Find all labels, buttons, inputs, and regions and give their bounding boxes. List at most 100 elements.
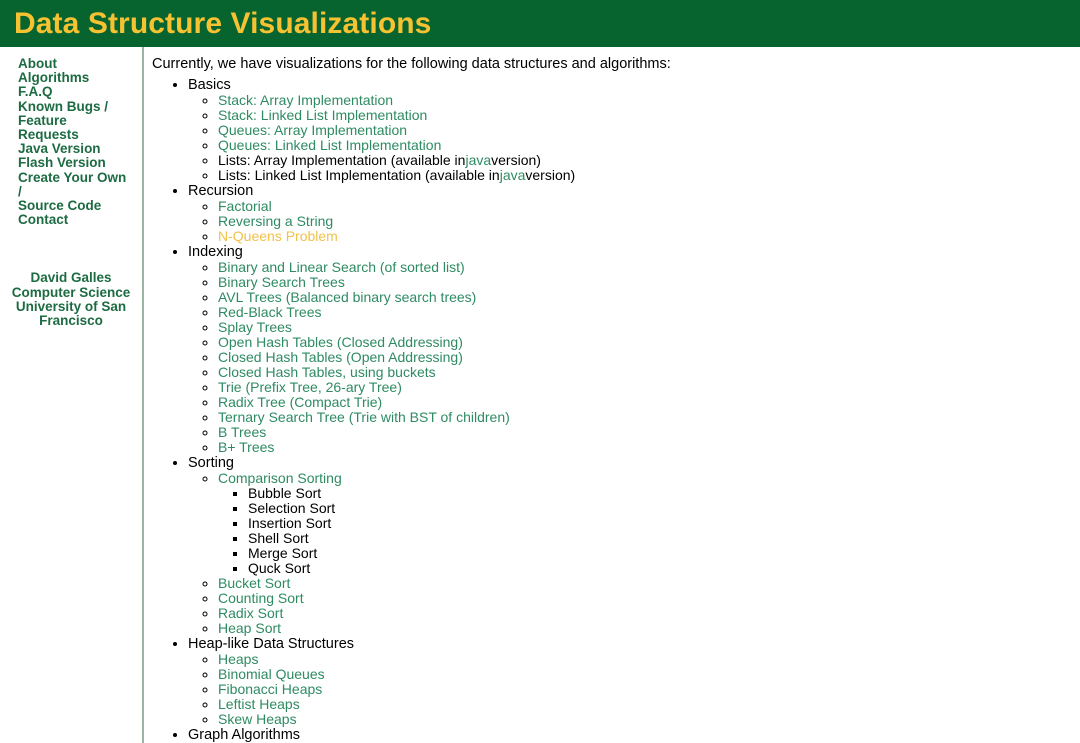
list-item: Closed Hash Tables (Open Addressing) — [218, 350, 1080, 365]
link-radix-tree-compact-trie[interactable]: Radix Tree (Compact Trie) — [218, 395, 382, 410]
link-n-queens-problem[interactable]: N-Queens Problem — [218, 229, 338, 244]
item-text-suffix: version) — [525, 167, 576, 183]
link-b-trees[interactable]: B+ Trees — [218, 440, 274, 455]
link-splay-trees[interactable]: Splay Trees — [218, 320, 292, 335]
link-radix-sort[interactable]: Radix Sort — [218, 606, 283, 621]
list-item: Ternary Search Tree (Trie with BST of ch… — [218, 410, 1080, 425]
link-binomial-queues[interactable]: Binomial Queues — [218, 667, 325, 682]
sidebar-item-about[interactable]: About — [0, 56, 142, 71]
list-item: Splay Trees — [218, 320, 1080, 335]
item-label-quck-sort: Quck Sort — [248, 560, 311, 576]
link-stack-linked-list-implementation[interactable]: Stack: Linked List Implementation — [218, 108, 427, 123]
list-item: Shell Sort — [248, 531, 1080, 546]
list-item: Quck Sort — [248, 561, 1080, 576]
sidebar-item-java-version[interactable]: Java Version — [0, 142, 142, 156]
list-item: Stack: Linked List Implementation — [218, 108, 1080, 123]
section-items: HeapsBinomial QueuesFibonacci HeapsLefti… — [188, 652, 1080, 727]
link-red-black-trees[interactable]: Red-Black Trees — [218, 305, 321, 320]
link-closed-hash-tables-using-buckets[interactable]: Closed Hash Tables, using buckets — [218, 365, 436, 380]
list-item: Counting Sort — [218, 591, 1080, 606]
list-item: Open Hash Tables (Closed Addressing) — [218, 335, 1080, 350]
list-item: Lists: Linked List Implementation (avail… — [218, 168, 1080, 183]
author-credit: David Galles Computer Science University… — [0, 271, 142, 328]
page-body: About Algorithms F.A.Q Known Bugs / Feature… — [0, 47, 1080, 743]
item-label-shell-sort: Shell Sort — [248, 530, 309, 546]
link-counting-sort[interactable]: Counting Sort — [218, 591, 304, 606]
link-trie-prefix-tree-26-ary-tree[interactable]: Trie (Prefix Tree, 26-ary Tree) — [218, 380, 402, 395]
visualization-list: BasicsStack: Array ImplementationStack: … — [152, 77, 1080, 743]
link-reversing-a-string[interactable]: Reversing a String — [218, 214, 333, 229]
list-item: Stack: Array Implementation — [218, 93, 1080, 108]
list-item: Heap Sort — [218, 621, 1080, 636]
link-queues-linked-list-implementation[interactable]: Queues: Linked List Implementation — [218, 138, 441, 153]
section-items: Stack: Array ImplementationStack: Linked… — [188, 93, 1080, 183]
link-binary-search-trees[interactable]: Binary Search Trees — [218, 275, 345, 290]
section-label: Heap-like Data Structures — [188, 636, 355, 652]
item-label-merge-sort: Merge Sort — [248, 545, 318, 561]
list-item: Trie (Prefix Tree, 26-ary Tree) — [218, 380, 1080, 395]
link-factorial[interactable]: Factorial — [218, 199, 272, 214]
link-java[interactable]: java — [465, 152, 491, 168]
link-skew-heaps[interactable]: Skew Heaps — [218, 712, 297, 727]
list-item: B Trees — [218, 425, 1080, 440]
section-graph-algorithms: Graph AlgorithmsBreadth-First SearchDept… — [188, 727, 1080, 743]
link-binary-and-linear-search-of-sorted-list[interactable]: Binary and Linear Search (of sorted list… — [218, 260, 465, 275]
list-item: Bucket Sort — [218, 576, 1080, 591]
link-b-trees[interactable]: B Trees — [218, 425, 266, 440]
sidebar-item-create-your-own[interactable]: Create Your Own / Source Code — [0, 170, 142, 214]
sidebar: About Algorithms F.A.Q Known Bugs / Feature… — [0, 47, 144, 743]
list-item: Queues: Array Implementation — [218, 123, 1080, 138]
list-item: Binary and Linear Search (of sorted list… — [218, 260, 1080, 275]
section-basics: BasicsStack: Array ImplementationStack: … — [188, 77, 1080, 183]
section-items: FactorialReversing a StringN-Queens Prob… — [188, 199, 1080, 244]
link-leftist-heaps[interactable]: Leftist Heaps — [218, 697, 300, 712]
section-label: Graph Algorithms — [188, 727, 301, 743]
link-open-hash-tables-closed-addressing[interactable]: Open Hash Tables (Closed Addressing) — [218, 335, 463, 350]
section-indexing: IndexingBinary and Linear Search (of sor… — [188, 244, 1080, 455]
item-label-selection-sort: Selection Sort — [248, 500, 336, 516]
link-heaps[interactable]: Heaps — [218, 652, 258, 667]
list-item: Insertion Sort — [248, 516, 1080, 531]
link-queues-array-implementation[interactable]: Queues: Array Implementation — [218, 123, 407, 138]
list-item: Heaps — [218, 652, 1080, 667]
section-items: Binary and Linear Search (of sorted list… — [188, 260, 1080, 455]
item-text-suffix: version) — [491, 152, 541, 168]
list-item: Lists: Array Implementation (available i… — [218, 153, 1080, 168]
list-item: N-Queens Problem — [218, 229, 1080, 244]
page-title: Data Structure Visualizations — [14, 6, 432, 40]
sidebar-item-known-bugs[interactable]: Known Bugs / Feature Requests — [0, 99, 142, 143]
sidebar-item-flash-version[interactable]: Flash Version — [0, 156, 142, 170]
sidebar-item-f-a-q[interactable]: F.A.Q — [0, 85, 142, 99]
sidebar-item-algorithms[interactable]: Algorithms — [0, 71, 142, 85]
author-university: University of San Francisco — [15, 298, 127, 329]
link-avl-trees-balanced-binary-search-trees[interactable]: AVL Trees (Balanced binary search trees) — [218, 290, 476, 305]
section-label: Basics — [188, 77, 231, 93]
sidebar-nav: About Algorithms F.A.Q Known Bugs / Feature… — [0, 56, 142, 227]
list-item: Leftist Heaps — [218, 697, 1080, 712]
intro-paragraph: Currently, we have visualizations for th… — [152, 56, 671, 72]
link-java[interactable]: java — [500, 167, 526, 183]
author-department: Computer Science — [11, 284, 131, 300]
sidebar-item-contact[interactable]: Contact — [0, 213, 142, 227]
link-bucket-sort[interactable]: Bucket Sort — [218, 576, 290, 591]
link-ternary-search-tree-trie-with-bst-of-children[interactable]: Ternary Search Tree (Trie with BST of ch… — [218, 410, 510, 425]
section-items: Comparison SortingBubble SortSelection S… — [188, 471, 1080, 636]
link-fibonacci-heaps[interactable]: Fibonacci Heaps — [218, 682, 322, 697]
list-item: B+ Trees — [218, 440, 1080, 455]
list-item: Binary Search Trees — [218, 275, 1080, 290]
link-comparison-sorting[interactable]: Comparison Sorting — [218, 471, 342, 486]
link-heap-sort[interactable]: Heap Sort — [218, 621, 281, 636]
item-label-bubble-sort: Bubble Sort — [248, 485, 322, 501]
link-closed-hash-tables-open-addressing[interactable]: Closed Hash Tables (Open Addressing) — [218, 350, 463, 365]
list-item: Bubble Sort — [248, 486, 1080, 501]
author-name: David Galles — [30, 270, 112, 286]
link-stack-array-implementation[interactable]: Stack: Array Implementation — [218, 93, 393, 108]
list-item: Fibonacci Heaps — [218, 682, 1080, 697]
list-item: Merge Sort — [248, 546, 1080, 561]
list-item: Red-Black Trees — [218, 305, 1080, 320]
sublist: Bubble SortSelection SortInsertion SortS… — [218, 486, 1080, 576]
main-content: Currently, we have visualizations for th… — [144, 47, 1080, 743]
list-item: AVL Trees (Balanced binary search trees) — [218, 290, 1080, 305]
list-item: Queues: Linked List Implementation — [218, 138, 1080, 153]
list-item: Skew Heaps — [218, 712, 1080, 727]
